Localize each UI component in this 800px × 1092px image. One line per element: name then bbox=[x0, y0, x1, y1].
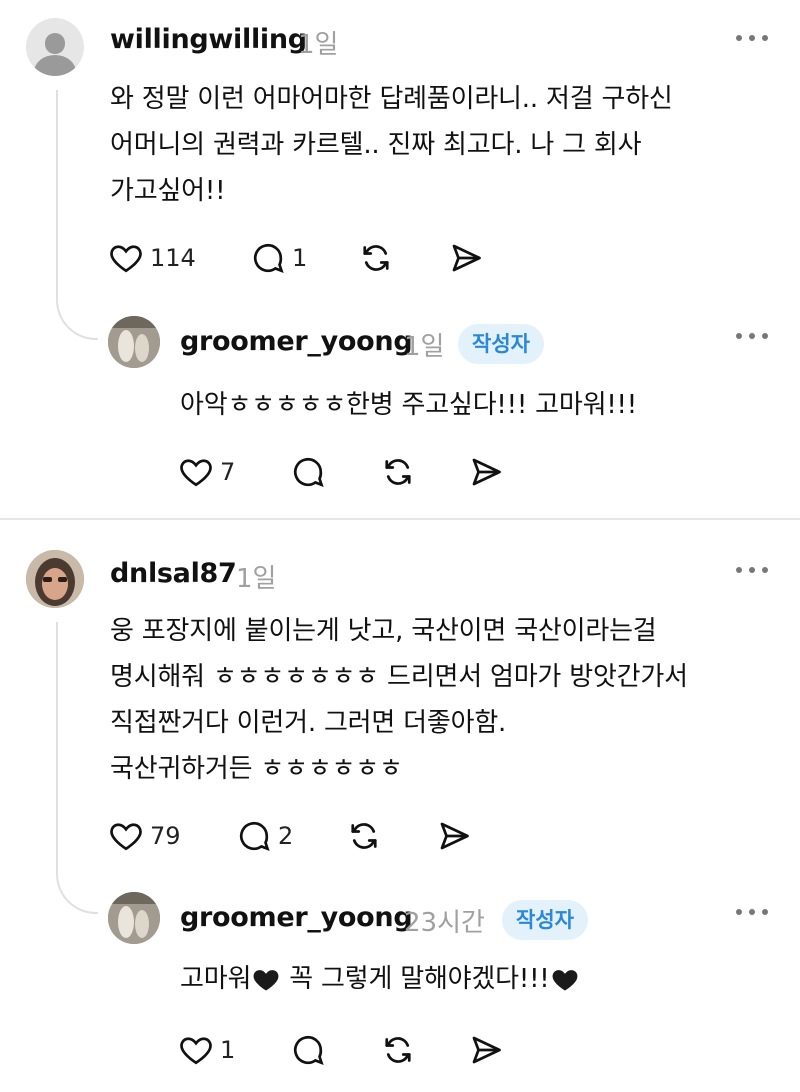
comment-divider bbox=[0, 518, 800, 520]
comment-text-line: 아악ㅎㅎㅎㅎㅎ한병 주고싶다!!! 고마워!!! bbox=[180, 390, 637, 420]
more-options-icon[interactable] bbox=[736, 328, 772, 344]
repost-button[interactable] bbox=[346, 816, 382, 856]
send-icon bbox=[472, 458, 501, 486]
username[interactable]: groomer_yoong bbox=[180, 326, 413, 357]
more-options-icon[interactable] bbox=[736, 904, 772, 920]
like-button[interactable]: 114 bbox=[108, 238, 196, 278]
like-button[interactable]: 1 bbox=[178, 1030, 235, 1070]
like-count: 7 bbox=[220, 458, 236, 486]
like-count: 79 bbox=[150, 822, 181, 850]
username[interactable]: dnlsal87 bbox=[110, 558, 237, 589]
timestamp: 23시간 bbox=[404, 908, 485, 938]
reply-button[interactable] bbox=[290, 452, 326, 492]
author-badge: 작성자 bbox=[502, 900, 588, 940]
heart-icon bbox=[180, 1037, 212, 1065]
heart-icon bbox=[110, 245, 142, 273]
comment-text-line: 명시해줘 ㅎㅎㅎㅎㅎㅎㅎ 드리면서 엄마가 방앗간가서 bbox=[110, 662, 688, 692]
heart-icon bbox=[180, 459, 212, 487]
repost-button[interactable] bbox=[358, 238, 394, 278]
reply-button[interactable] bbox=[290, 1030, 326, 1070]
avatar[interactable] bbox=[108, 316, 160, 368]
heart-icon bbox=[110, 823, 142, 851]
like-count: 114 bbox=[150, 244, 196, 272]
more-options-icon[interactable] bbox=[736, 30, 772, 46]
comment-bubble-icon bbox=[293, 1035, 324, 1066]
like-button[interactable]: 7 bbox=[178, 452, 235, 492]
timestamp: 1일 bbox=[236, 564, 277, 594]
send-icon bbox=[452, 244, 481, 272]
comment-text-line: 직접짠거다 이런거. 그러면 더좋아함. bbox=[110, 708, 507, 738]
comment-bubble-icon bbox=[293, 457, 324, 488]
comment-text-line: 고마워 꼭 그렇게 말해야겠다!!! bbox=[180, 958, 580, 995]
username[interactable]: groomer_yoong bbox=[180, 902, 413, 933]
repost-icon bbox=[363, 245, 389, 271]
comment-text: 고마워 bbox=[180, 964, 252, 994]
comment-text-line: 가고싶어!! bbox=[110, 176, 226, 206]
author-badge: 작성자 bbox=[458, 324, 544, 364]
black-heart-icon bbox=[253, 969, 279, 990]
comment-text-line: 어머니의 권력과 카르텔.. 진짜 최고다. 나 그 회사 bbox=[110, 130, 642, 160]
comment-text-line: 웅 포장지에 붙이는게 낫고, 국산이면 국산이라는걸 bbox=[110, 616, 657, 646]
repost-icon bbox=[385, 1037, 411, 1063]
comment-text: 꼭 그렇게 말해야겠다!!! bbox=[281, 964, 550, 994]
reply-button[interactable]: 1 bbox=[250, 238, 307, 278]
send-icon bbox=[472, 1036, 501, 1064]
share-button[interactable] bbox=[468, 452, 504, 492]
comment-bubble-icon bbox=[239, 821, 270, 852]
comment-text-line: 와 정말 이런 어마어마한 답례품이라니.. 저걸 구하신 bbox=[110, 84, 673, 114]
reply-button[interactable]: 2 bbox=[236, 816, 293, 856]
comment-bubble-icon bbox=[253, 243, 284, 274]
black-heart-icon bbox=[552, 969, 577, 990]
like-button[interactable]: 79 bbox=[108, 816, 181, 856]
like-count: 1 bbox=[220, 1036, 236, 1064]
repost-icon bbox=[385, 459, 411, 485]
repost-button[interactable] bbox=[380, 452, 416, 492]
repost-button[interactable] bbox=[380, 1030, 416, 1070]
timestamp: 1일 bbox=[298, 30, 339, 60]
avatar[interactable] bbox=[26, 18, 84, 76]
reply-count: 2 bbox=[278, 822, 294, 850]
comment-text-line: 국산귀하거든 ㅎㅎㅎㅎㅎㅎ bbox=[110, 754, 403, 784]
share-button[interactable] bbox=[468, 1030, 504, 1070]
thread-connector bbox=[56, 90, 98, 340]
repost-icon bbox=[351, 823, 377, 849]
more-options-icon[interactable] bbox=[736, 562, 772, 578]
username[interactable]: willingwilling bbox=[110, 24, 307, 55]
send-icon bbox=[440, 822, 469, 850]
share-button[interactable] bbox=[436, 816, 472, 856]
avatar[interactable] bbox=[108, 892, 160, 944]
reply-count: 1 bbox=[292, 244, 308, 272]
thread-connector bbox=[56, 622, 98, 914]
share-button[interactable] bbox=[448, 238, 484, 278]
avatar[interactable] bbox=[26, 550, 84, 608]
timestamp: 1일 bbox=[404, 332, 445, 362]
